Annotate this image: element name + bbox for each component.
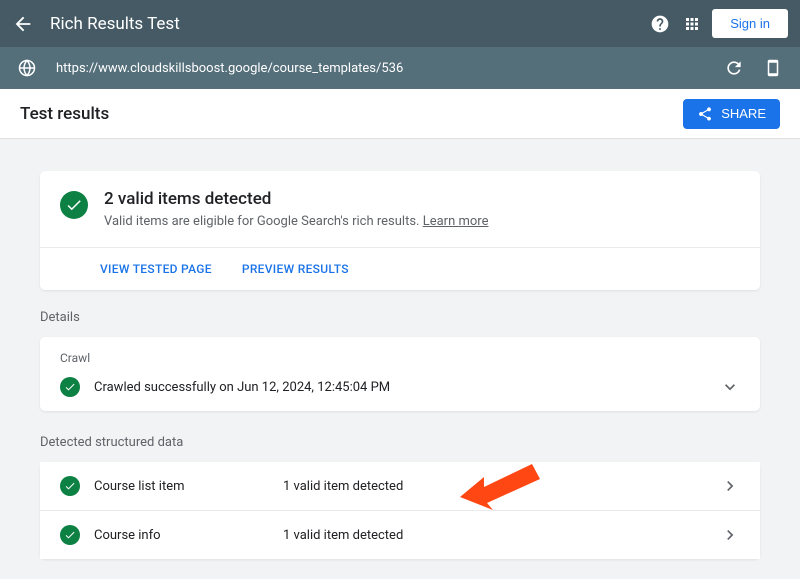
data-item-status: 1 valid item detected [283,479,706,494]
structured-data-card: Course list item 1 valid item detected C… [40,462,760,559]
check-circle-icon [60,525,80,545]
check-circle-icon [60,476,80,496]
share-button[interactable]: SHARE [683,99,780,129]
crawl-status-text: Crawled successfully on Jun 12, 2024, 12… [94,380,706,395]
summary-title: 2 valid items detected [104,189,488,209]
signin-button[interactable]: Sign in [712,9,788,38]
header-actions: Sign in [648,9,788,38]
crawl-label: Crawl [60,351,740,365]
summary-card: 2 valid items detected Valid items are e… [40,171,760,290]
data-item-name: Course info [94,528,269,543]
share-icon [697,106,713,122]
preview-results-link[interactable]: PREVIEW RESULTS [242,262,349,276]
summary-top: 2 valid items detected Valid items are e… [40,171,760,248]
help-icon[interactable] [648,12,672,36]
app-title: Rich Results Test [50,14,632,34]
smartphone-icon[interactable] [764,59,782,77]
page-title: Test results [20,104,109,124]
chevron-right-icon [720,476,740,496]
structured-data-row[interactable]: Course list item 1 valid item detected [40,462,760,511]
results-header: Test results SHARE [0,89,800,139]
detected-section-label: Detected structured data [40,435,760,450]
summary-actions: VIEW TESTED PAGE PREVIEW RESULTS [40,248,760,290]
data-item-name: Course list item [94,479,269,494]
globe-icon [18,59,36,77]
view-tested-page-link[interactable]: VIEW TESTED PAGE [100,262,212,276]
tested-url: https://www.cloudskillsboost.google/cour… [56,61,704,76]
crawl-card: Crawl Crawled successfully on Jun 12, 20… [40,337,760,411]
chevron-down-icon[interactable] [720,377,740,397]
data-item-status: 1 valid item detected [283,528,706,543]
learn-more-link[interactable]: Learn more [423,214,489,229]
app-header: Rich Results Test Sign in [0,0,800,47]
share-label: SHARE [721,106,766,121]
main-content: 2 valid items detected Valid items are e… [0,139,800,579]
check-circle-icon [60,191,88,219]
refresh-icon[interactable] [724,58,744,78]
chevron-right-icon [720,525,740,545]
apps-grid-icon[interactable] [680,12,704,36]
summary-subtitle: Valid items are eligible for Google Sear… [104,214,488,229]
details-section-label: Details [40,310,760,325]
url-bar: https://www.cloudskillsboost.google/cour… [0,47,800,89]
crawl-row[interactable]: Crawled successfully on Jun 12, 2024, 12… [60,377,740,397]
check-circle-icon [60,377,80,397]
back-arrow-icon[interactable] [12,13,34,35]
structured-data-row[interactable]: Course info 1 valid item detected [40,511,760,559]
